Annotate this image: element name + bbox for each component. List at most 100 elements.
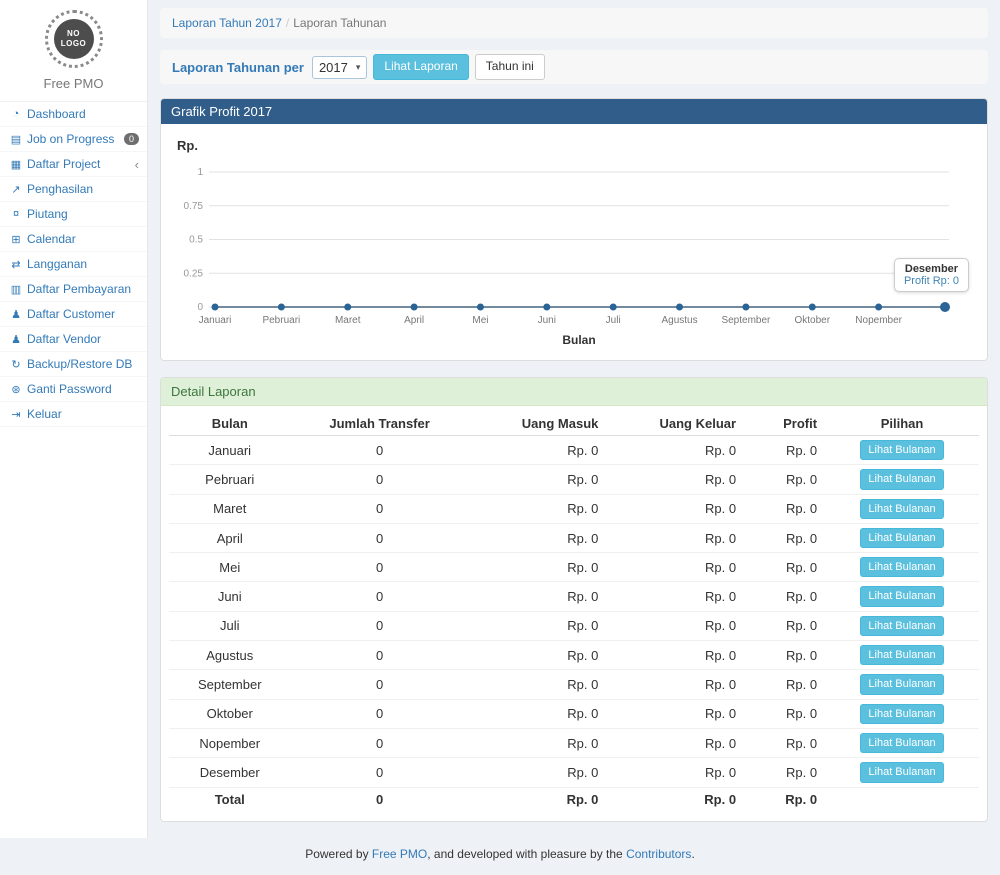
payment-icon: ▥ <box>8 283 24 296</box>
tasks-icon: ▤ <box>8 133 24 146</box>
breadcrumb-link[interactable]: Laporan Tahun 2017 <box>172 16 282 30</box>
lihat-bulanan-button[interactable]: Lihat Bulanan <box>860 557 943 577</box>
cell-total-label: Total <box>169 787 291 811</box>
cell-total-uang-keluar: Rp. 0 <box>606 787 744 811</box>
y-tick-label: 0 <box>197 302 203 313</box>
table-row: Mei0Rp. 0Rp. 0Rp. 0Lihat Bulanan <box>169 553 979 582</box>
cell-bulan: Januari <box>169 436 291 465</box>
cell-jumlah-transfer: 0 <box>291 553 469 582</box>
profit-line-chart: Rp.10.750.50.250JanuariPebruariMaretApri… <box>169 132 979 352</box>
sidebar-item-label: Backup/Restore DB <box>27 357 139 371</box>
cell-jumlah-transfer: 0 <box>291 582 469 611</box>
cell-uang-masuk: Rp. 0 <box>469 728 607 757</box>
tahun-ini-button[interactable]: Tahun ini <box>475 54 545 80</box>
breadcrumb: Laporan Tahun 2017/Laporan Tahunan <box>160 8 988 38</box>
sidebar-item-backup-restore-db[interactable]: ↻Backup/Restore DB <box>0 352 147 377</box>
count-badge: 0 <box>124 133 139 145</box>
table-icon: ▦ <box>8 158 24 171</box>
lihat-bulanan-button[interactable]: Lihat Bulanan <box>860 499 943 519</box>
cell-pilihan: Lihat Bulanan <box>825 523 979 552</box>
cell-bulan: Desember <box>169 758 291 787</box>
footer-text: . <box>691 847 694 861</box>
footer-text: Powered by <box>305 847 372 861</box>
sidebar-item-daftar-project[interactable]: ▦Daftar Project‹ <box>0 152 147 177</box>
cell-profit: Rp. 0 <box>744 523 825 552</box>
x-tick-label: September <box>721 315 771 326</box>
cell-bulan: April <box>169 523 291 552</box>
calendar-icon: ⊞ <box>8 233 24 246</box>
sidebar-item-daftar-pembayaran[interactable]: ▥Daftar Pembayaran <box>0 277 147 302</box>
sidebar-item-label: Daftar Customer <box>27 307 139 321</box>
sidebar-item-label: Daftar Pembayaran <box>27 282 139 296</box>
lihat-bulanan-button[interactable]: Lihat Bulanan <box>860 586 943 606</box>
lihat-bulanan-button[interactable]: Lihat Bulanan <box>860 704 943 724</box>
cell-uang-keluar: Rp. 0 <box>606 728 744 757</box>
lihat-bulanan-button[interactable]: Lihat Bulanan <box>860 733 943 753</box>
cell-profit: Rp. 0 <box>744 553 825 582</box>
year-select-value: 2017 <box>319 60 348 75</box>
table-row: Agustus0Rp. 0Rp. 0Rp. 0Lihat Bulanan <box>169 641 979 670</box>
cell-bulan: Juni <box>169 582 291 611</box>
cell-uang-keluar: Rp. 0 <box>606 553 744 582</box>
profit-chart-panel: Grafik Profit 2017 Rp.10.750.50.250Janua… <box>160 98 988 361</box>
table-row: September0Rp. 0Rp. 0Rp. 0Lihat Bulanan <box>169 670 979 699</box>
table-row: Desember0Rp. 0Rp. 0Rp. 0Lihat Bulanan <box>169 758 979 787</box>
users-icon: ♟ <box>8 333 24 346</box>
data-point <box>344 304 351 311</box>
sidebar-item-job-on-progress[interactable]: ▤Job on Progress0 <box>0 127 147 152</box>
detail-laporan-panel: Detail Laporan BulanJumlah TransferUang … <box>160 377 988 822</box>
column-header: Uang Keluar <box>606 412 744 436</box>
lihat-bulanan-button[interactable]: Lihat Bulanan <box>860 674 943 694</box>
sidebar-item-penghasilan[interactable]: ↗Penghasilan <box>0 177 147 202</box>
lihat-bulanan-button[interactable]: Lihat Bulanan <box>860 469 943 489</box>
y-tick-label: 0.5 <box>189 235 203 246</box>
cell-pilihan: Lihat Bulanan <box>825 494 979 523</box>
sidebar-item-langganan[interactable]: ⇄Langganan <box>0 252 147 277</box>
cell-uang-masuk: Rp. 0 <box>469 582 607 611</box>
subscription-icon: ⇄ <box>8 258 24 271</box>
lihat-laporan-button[interactable]: Lihat Laporan <box>373 54 468 80</box>
sidebar-item-piutang[interactable]: ¤Piutang <box>0 202 147 227</box>
lihat-bulanan-button[interactable]: Lihat Bulanan <box>860 645 943 665</box>
y-tick-label: 1 <box>197 167 203 178</box>
lihat-bulanan-button[interactable]: Lihat Bulanan <box>860 528 943 548</box>
sidebar-item-keluar[interactable]: ⇥Keluar <box>0 402 147 427</box>
sidebar-item-label: Penghasilan <box>27 182 139 196</box>
cell-pilihan: Lihat Bulanan <box>825 465 979 494</box>
data-point <box>477 304 484 311</box>
cell-profit: Rp. 0 <box>744 670 825 699</box>
cell-bulan: Juli <box>169 611 291 640</box>
chevron-left-icon: ‹ <box>135 158 139 171</box>
column-header: Uang Masuk <box>469 412 607 436</box>
sidebar-item-label: Langganan <box>27 257 139 271</box>
x-axis-title: Bulan <box>562 333 595 347</box>
cell-bulan: Agustus <box>169 641 291 670</box>
sidebar-item-daftar-customer[interactable]: ♟Daftar Customer <box>0 302 147 327</box>
cell-uang-keluar: Rp. 0 <box>606 758 744 787</box>
sidebar-item-label: Daftar Vendor <box>27 332 139 346</box>
logo: NO LOGO Free PMO <box>0 0 147 102</box>
cell-pilihan: Lihat Bulanan <box>825 641 979 670</box>
sidebar-item-ganti-password[interactable]: ⊛Ganti Password <box>0 377 147 402</box>
footer-link-contributors[interactable]: Contributors <box>626 847 691 861</box>
cell-profit: Rp. 0 <box>744 728 825 757</box>
table-row: Januari0Rp. 0Rp. 0Rp. 0Lihat Bulanan <box>169 436 979 465</box>
footer-link-free-pmo[interactable]: Free PMO <box>372 847 427 861</box>
lihat-bulanan-button[interactable]: Lihat Bulanan <box>860 440 943 460</box>
cell-profit: Rp. 0 <box>744 436 825 465</box>
lihat-bulanan-button[interactable]: Lihat Bulanan <box>860 762 943 782</box>
cell-pilihan: Lihat Bulanan <box>825 553 979 582</box>
cell-bulan: September <box>169 670 291 699</box>
lihat-bulanan-button[interactable]: Lihat Bulanan <box>860 616 943 636</box>
cell-uang-keluar: Rp. 0 <box>606 436 744 465</box>
dashboard-icon: ◔ <box>8 108 24 120</box>
filter-label: Laporan Tahunan per <box>172 60 304 75</box>
year-select[interactable]: 2017 ▾ <box>312 56 367 79</box>
sidebar-item-dashboard[interactable]: ◔Dashboard <box>0 102 147 127</box>
lock-icon: ⊛ <box>8 383 24 396</box>
sidebar-item-calendar[interactable]: ⊞Calendar <box>0 227 147 252</box>
cell-uang-masuk: Rp. 0 <box>469 758 607 787</box>
data-point <box>278 304 285 311</box>
x-tick-label: Januari <box>199 315 232 326</box>
sidebar-item-daftar-vendor[interactable]: ♟Daftar Vendor <box>0 327 147 352</box>
